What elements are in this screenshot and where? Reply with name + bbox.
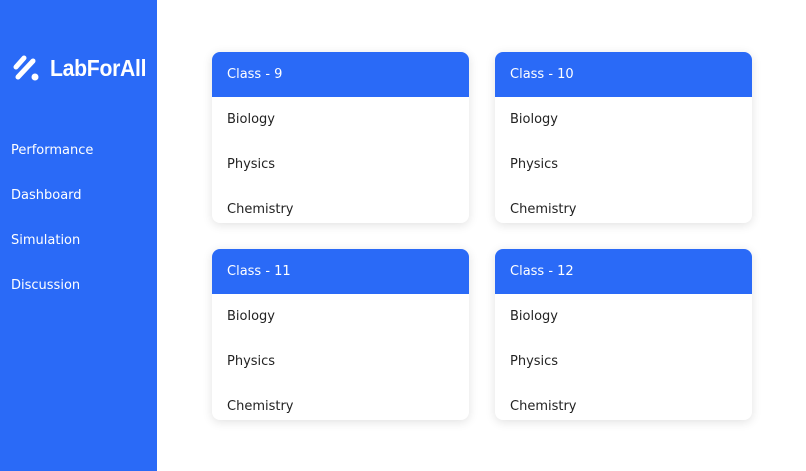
subject-chemistry[interactable]: Chemistry (212, 187, 469, 223)
nav-item-dashboard[interactable]: Dashboard (11, 187, 93, 232)
subject-chemistry[interactable]: Chemistry (212, 384, 469, 420)
class-card-title[interactable]: Class - 10 (495, 52, 752, 97)
class-card: Class - 10 Biology Physics Chemistry (495, 52, 752, 223)
logo-icon (13, 55, 39, 81)
nav-item-simulation[interactable]: Simulation (11, 232, 93, 277)
subject-chemistry[interactable]: Chemistry (495, 384, 752, 420)
subject-biology[interactable]: Biology (212, 97, 469, 142)
subject-physics[interactable]: Physics (495, 142, 752, 187)
class-card: Class - 12 Biology Physics Chemistry (495, 249, 752, 420)
brand-name: LabForAll (50, 54, 147, 81)
class-card: Class - 11 Biology Physics Chemistry (212, 249, 469, 420)
subject-chemistry[interactable]: Chemistry (495, 187, 752, 223)
subject-biology[interactable]: Biology (495, 97, 752, 142)
class-card-title[interactable]: Class - 9 (212, 52, 469, 97)
nav-item-discussion[interactable]: Discussion (11, 277, 93, 322)
class-card-title[interactable]: Class - 12 (495, 249, 752, 294)
subject-physics[interactable]: Physics (212, 339, 469, 384)
nav-item-performance[interactable]: Performance (11, 142, 93, 187)
subject-physics[interactable]: Physics (212, 142, 469, 187)
class-card-title[interactable]: Class - 11 (212, 249, 469, 294)
subject-physics[interactable]: Physics (495, 339, 752, 384)
sidebar-nav: Performance Dashboard Simulation Discuss… (11, 142, 93, 322)
sidebar: LabForAll Performance Dashboard Simulati… (0, 0, 157, 471)
logo[interactable]: LabForAll (12, 53, 155, 83)
subject-biology[interactable]: Biology (212, 294, 469, 339)
class-card: Class - 9 Biology Physics Chemistry (212, 52, 469, 223)
subject-biology[interactable]: Biology (495, 294, 752, 339)
